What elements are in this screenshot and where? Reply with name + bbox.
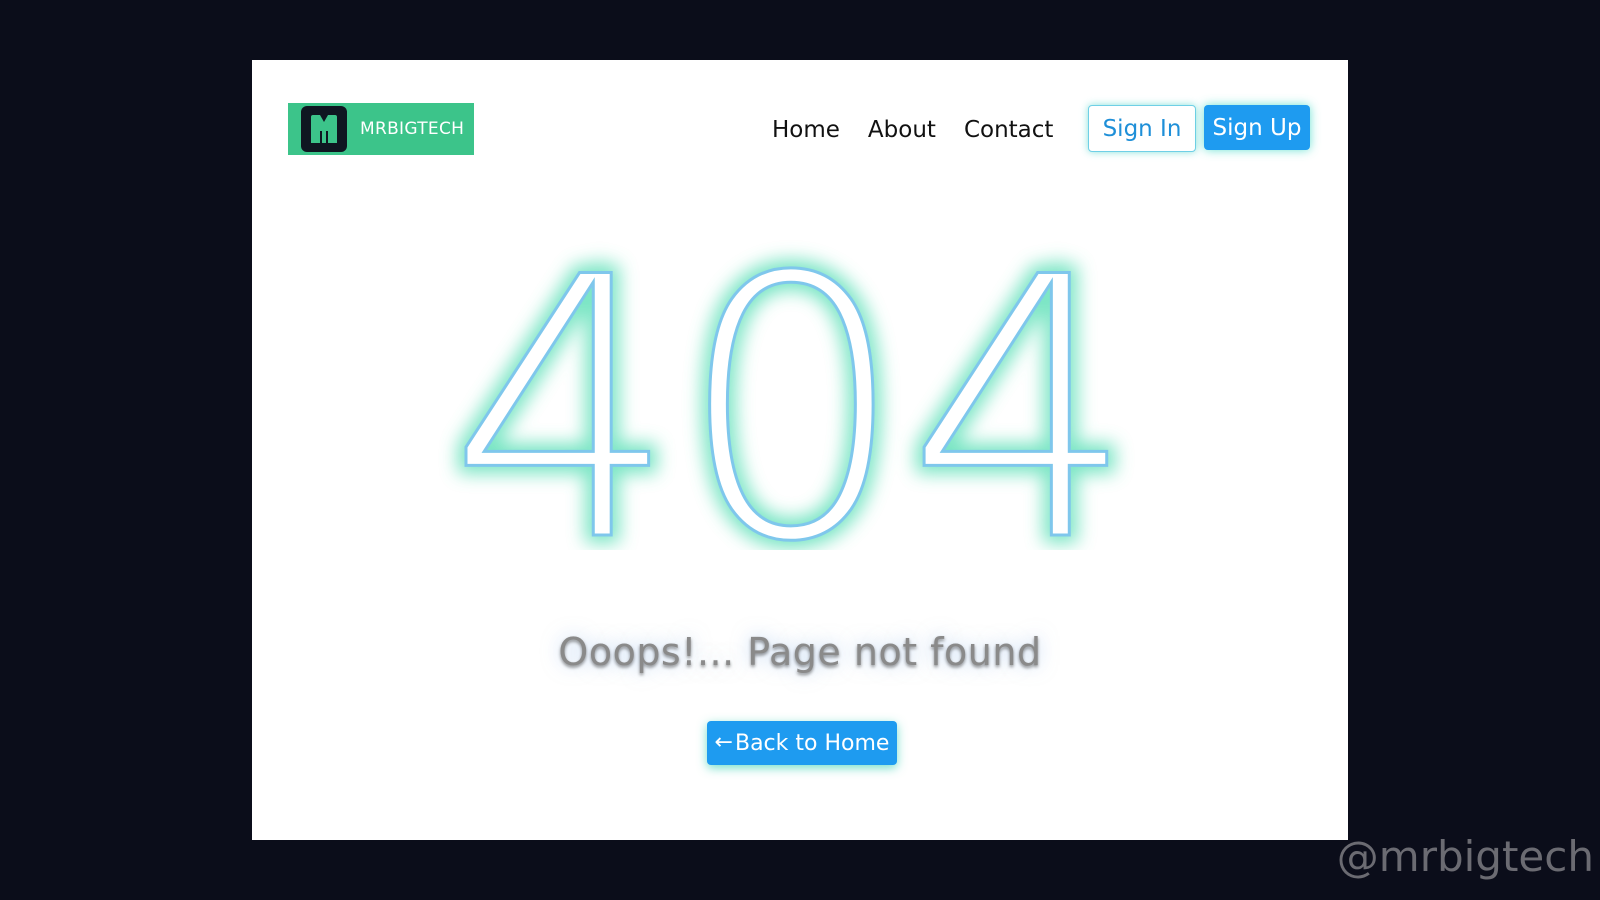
arrow-left-icon: ← [714,730,733,755]
nav-home-link[interactable]: Home [772,117,840,143]
nav-contact-link[interactable]: Contact [964,117,1053,143]
sign-up-button[interactable]: Sign Up [1204,105,1310,150]
page-card: MRBIGTECH Home About Contact Sign In Sig… [252,60,1348,840]
sign-in-button[interactable]: Sign In [1088,105,1196,152]
logo-text: MRBIGTECH [360,119,465,139]
back-to-home-label: Back to Home [734,730,890,756]
watermark: @mrbigtech [1336,832,1594,881]
error-message: Ooops!... Page not found [558,630,1042,674]
main-nav: Home About Contact [772,112,1053,148]
logo[interactable]: MRBIGTECH [288,103,474,155]
back-to-home-button[interactable]: ← Back to Home [707,721,897,765]
error-code: 404 404 [440,210,1143,550]
nav-about-link[interactable]: About [868,117,936,143]
error-code-text: 404 [448,210,1135,550]
m-logo-icon [301,106,347,152]
stage: MRBIGTECH Home About Contact Sign In Sig… [0,0,1600,900]
